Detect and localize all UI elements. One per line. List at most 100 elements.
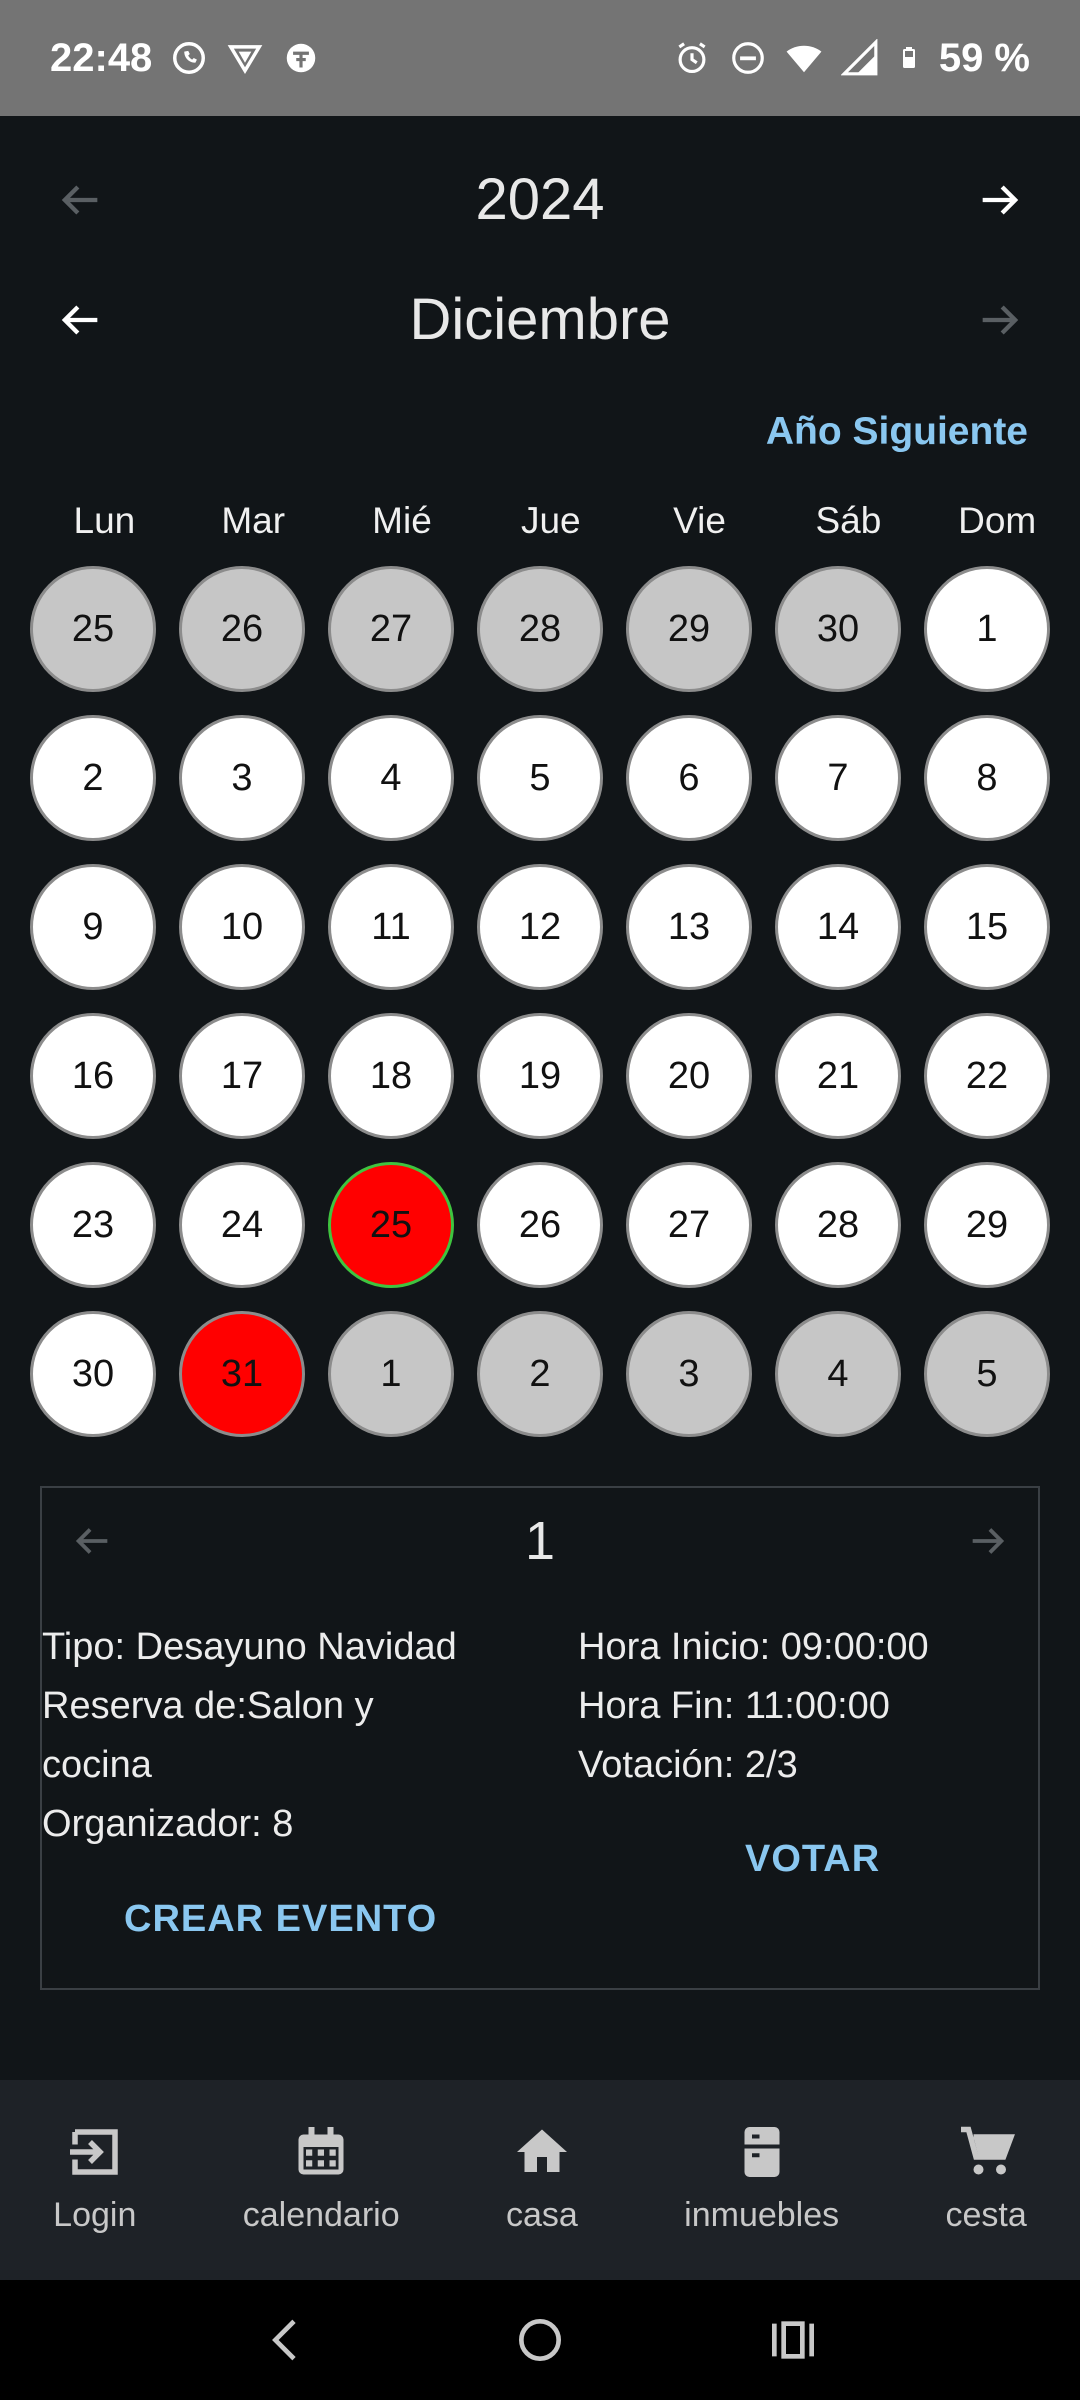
day-cell[interactable]: 16 <box>30 1013 156 1139</box>
year-title: 2024 <box>475 167 605 232</box>
event-end-time: Hora Fin: 11:00:00 <box>578 1685 890 1727</box>
day-cell[interactable]: 6 <box>626 715 752 841</box>
arrow-right-icon <box>972 1528 1005 1554</box>
day-cell[interactable]: 3 <box>626 1311 752 1437</box>
event-index: 1 <box>524 1511 556 1571</box>
weekday-label: Mié <box>372 500 432 541</box>
signal-icon <box>840 39 878 76</box>
prev-year-button[interactable] <box>50 170 110 230</box>
day-cell[interactable]: 24 <box>179 1162 305 1288</box>
do-not-disturb-icon <box>731 42 764 74</box>
day-cell[interactable]: 25 <box>30 566 156 692</box>
calendar-icon <box>298 2127 344 2175</box>
day-cell[interactable]: 17 <box>179 1013 305 1139</box>
day-cell[interactable]: 27 <box>626 1162 752 1288</box>
day-cell[interactable]: 31 <box>179 1311 305 1437</box>
calendar-grid: 25 26 27 28 29 30 1 2 3 4 5 6 7 8 9 10 11 12 13 14 15 16 17 18 1… <box>30 566 1052 1437</box>
nav-item-casa[interactable]: casa <box>506 2080 578 2235</box>
cart-icon <box>961 2126 1016 2175</box>
vpn-shield-icon <box>227 45 263 75</box>
event-panel: 1 Tipo: Desayuno Navidad Reserva de:Salo… <box>40 1486 1040 1990</box>
whatsapp-icon <box>173 42 206 74</box>
day-cell[interactable]: 3 <box>179 715 305 841</box>
day-cell[interactable]: 2 <box>30 715 156 841</box>
event-organizer: Organizador: 8 <box>42 1803 294 1845</box>
next-event-button[interactable] <box>958 1511 1018 1571</box>
arrow-left-icon <box>61 184 98 215</box>
create-event-button[interactable]: CREAR EVENTO <box>124 1898 437 1941</box>
day-cell[interactable]: 4 <box>775 1311 901 1437</box>
weekday-label: Vie <box>673 500 726 541</box>
prev-month-button[interactable] <box>50 290 110 350</box>
day-cell[interactable]: 29 <box>924 1162 1050 1288</box>
nav-item-login[interactable]: Login <box>53 2080 136 2235</box>
weekday-label: Sáb <box>815 500 882 541</box>
arrow-left-icon <box>61 304 98 335</box>
next-month-button[interactable] <box>970 290 1030 350</box>
nav-label: Login <box>53 2196 137 2234</box>
nav-item-inmuebles[interactable]: inmuebles <box>684 2080 839 2235</box>
day-cell[interactable]: 4 <box>328 715 454 841</box>
app-icon <box>287 43 316 73</box>
day-cell[interactable]: 23 <box>30 1162 156 1288</box>
day-cell[interactable]: 8 <box>924 715 1050 841</box>
arrow-right-icon <box>982 184 1019 215</box>
weekday-label: Dom <box>958 500 1037 541</box>
nav-label: casa <box>505 2196 578 2234</box>
day-cell[interactable]: 22 <box>924 1013 1050 1139</box>
day-cell[interactable]: 1 <box>924 566 1050 692</box>
home-circle-icon <box>518 2319 561 2361</box>
event-info-right: Hora Inicio: 09:00:00 Hora Fin: 11:00:00… <box>578 1618 1028 1795</box>
arrow-left-icon <box>75 1528 108 1554</box>
day-cell[interactable]: 19 <box>477 1013 603 1139</box>
day-cell[interactable]: 12 <box>477 864 603 990</box>
day-cell[interactable]: 13 <box>626 864 752 990</box>
day-cell[interactable]: 25 <box>328 1162 454 1288</box>
event-info-left: Tipo: Desayuno Navidad Reserva de:Salon … <box>42 1618 562 1854</box>
weekday-label: Jue <box>520 500 581 541</box>
login-icon <box>69 2129 118 2175</box>
day-cell[interactable]: 5 <box>477 715 603 841</box>
day-cell[interactable]: 7 <box>775 715 901 841</box>
day-cell[interactable]: 30 <box>30 1311 156 1437</box>
nav-item-cesta[interactable]: cesta <box>946 2080 1027 2235</box>
next-year-link[interactable]: Año Siguiente <box>766 410 1028 454</box>
day-cell[interactable]: 21 <box>775 1013 901 1139</box>
system-home-button[interactable] <box>512 2312 568 2368</box>
system-recents-button[interactable] <box>765 2312 821 2368</box>
day-cell[interactable]: 29 <box>626 566 752 692</box>
day-cell[interactable]: 10 <box>179 864 305 990</box>
battery-level: 59 % <box>938 35 1030 80</box>
event-reservation-line2: cocina <box>42 1744 152 1786</box>
day-cell[interactable]: 26 <box>179 566 305 692</box>
prev-event-button[interactable] <box>62 1511 122 1571</box>
month-nav: Diciembre <box>0 286 1080 353</box>
day-cell[interactable]: 28 <box>477 566 603 692</box>
day-cell[interactable]: 30 <box>775 566 901 692</box>
day-cell[interactable]: 28 <box>775 1162 901 1288</box>
day-cell[interactable]: 27 <box>328 566 454 692</box>
system-navigation-bar <box>0 2280 1080 2400</box>
day-cell[interactable]: 20 <box>626 1013 752 1139</box>
system-back-button[interactable] <box>259 2312 315 2368</box>
month-title: Diciembre <box>409 287 671 352</box>
day-cell[interactable]: 2 <box>477 1311 603 1437</box>
day-cell[interactable]: 26 <box>477 1162 603 1288</box>
day-cell[interactable]: 15 <box>924 864 1050 990</box>
nav-label: inmuebles <box>684 2196 840 2234</box>
event-start-time: Hora Inicio: 09:00:00 <box>578 1626 929 1668</box>
day-cell[interactable]: 1 <box>328 1311 454 1437</box>
arrow-right-icon <box>982 304 1019 335</box>
vote-button[interactable]: VOTAR <box>745 1838 880 1881</box>
day-cell[interactable]: 9 <box>30 864 156 990</box>
year-nav: 2024 <box>0 166 1080 233</box>
day-cell[interactable]: 11 <box>328 864 454 990</box>
next-year-button[interactable] <box>970 170 1030 230</box>
day-cell[interactable]: 14 <box>775 864 901 990</box>
day-cell[interactable]: 5 <box>924 1311 1050 1437</box>
weekday-label: Lun <box>73 500 136 541</box>
day-cell[interactable]: 18 <box>328 1013 454 1139</box>
building-icon <box>744 2127 780 2177</box>
nav-item-calendario[interactable]: calendario <box>243 2080 400 2235</box>
back-chevron-icon <box>271 2319 296 2361</box>
